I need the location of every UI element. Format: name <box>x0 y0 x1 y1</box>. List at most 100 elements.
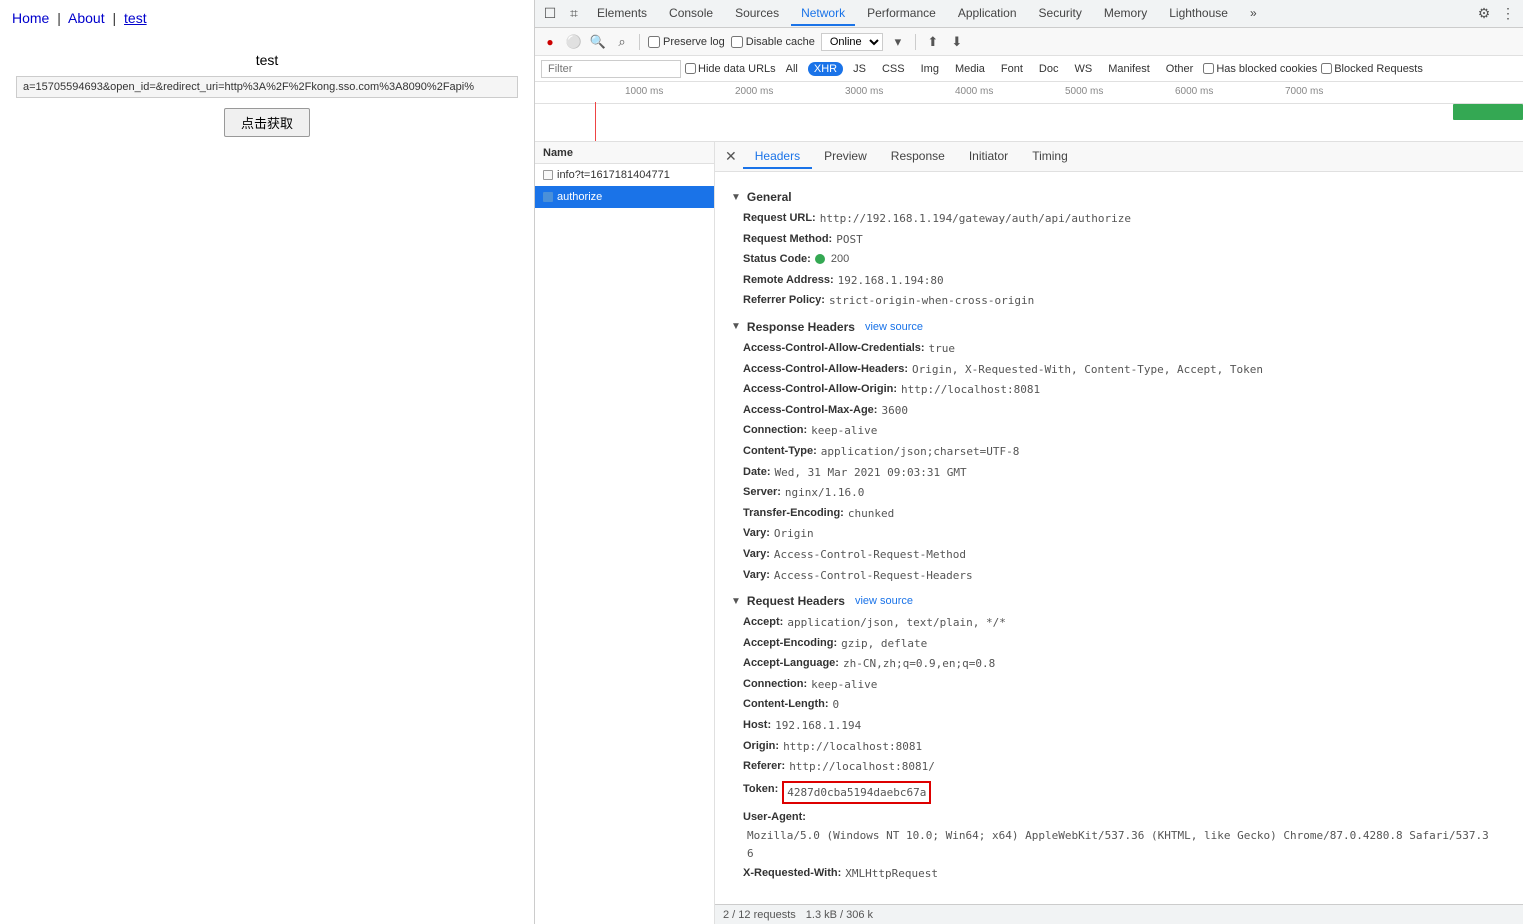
tab-application[interactable]: Application <box>948 2 1027 26</box>
filter-other[interactable]: Other <box>1160 62 1200 76</box>
nav-test[interactable]: test <box>124 10 147 26</box>
tab-console[interactable]: Console <box>659 2 723 26</box>
req-icon-doc <box>543 170 553 180</box>
token-highlight: 4287d0cba5194daebc67a <box>782 781 931 805</box>
tab-lighthouse[interactable]: Lighthouse <box>1159 2 1238 26</box>
divider2 <box>915 34 916 50</box>
rqh-useragent-row: User-Agent: Mozilla/5.0 (Windows NT 10.0… <box>731 809 1507 862</box>
blocked-requests-checkbox[interactable] <box>1321 63 1332 74</box>
inspect-icon[interactable]: ⌗ <box>563 3 585 25</box>
nav-about[interactable]: About <box>68 10 105 26</box>
status-code-key: Status Code: <box>743 251 811 269</box>
rqh-accept-language-row: Accept-Language: zh-CN,zh;q=0.9,en;q=0.8 <box>731 655 1507 673</box>
rh-transfer-encoding-row: Transfer-Encoding: chunked <box>731 505 1507 523</box>
detail-tab-preview[interactable]: Preview <box>812 145 879 169</box>
response-headers-section-header[interactable]: ▼ Response Headers view source <box>731 320 1507 334</box>
filter-manifest[interactable]: Manifest <box>1102 62 1156 76</box>
req-icon-xhr <box>543 192 553 202</box>
has-blocked-cookies-checkbox[interactable] <box>1203 63 1214 74</box>
detail-tab-headers[interactable]: Headers <box>743 145 812 169</box>
detail-tabs: ✕ Headers Preview Response Initiator Tim… <box>715 142 1523 172</box>
filter-css[interactable]: CSS <box>876 62 911 76</box>
record-button[interactable]: ● <box>541 33 559 51</box>
detail-panel: ✕ Headers Preview Response Initiator Tim… <box>715 142 1523 924</box>
filter-ws[interactable]: WS <box>1068 62 1098 76</box>
disable-cache-checkbox[interactable] <box>731 36 743 48</box>
import-har-icon[interactable]: ⬆ <box>924 33 942 51</box>
hide-data-urls-label[interactable]: Hide data URLs <box>685 63 776 75</box>
rh-vary1-row: Vary: Origin <box>731 525 1507 543</box>
detail-close-button[interactable]: ✕ <box>719 148 743 165</box>
devtools-panel: ☐ ⌗ Elements Console Sources Network Per… <box>535 0 1523 924</box>
response-headers-arrow: ▼ <box>731 321 741 332</box>
response-view-source[interactable]: view source <box>865 321 923 333</box>
tab-memory[interactable]: Memory <box>1094 2 1157 26</box>
rh-server-row: Server: nginx/1.16.0 <box>731 484 1507 502</box>
rqh-origin-row: Origin: http://localhost:8081 <box>731 738 1507 756</box>
tab-performance[interactable]: Performance <box>857 2 946 26</box>
throttle-down-icon[interactable]: ▾ <box>889 33 907 51</box>
detail-tab-response[interactable]: Response <box>879 145 957 169</box>
filter-js[interactable]: JS <box>847 62 872 76</box>
detail-tab-initiator[interactable]: Initiator <box>957 145 1020 169</box>
status-dot <box>815 254 825 264</box>
filter-doc[interactable]: Doc <box>1033 62 1065 76</box>
search-icon[interactable]: ⌕ <box>613 33 631 51</box>
request-view-source[interactable]: view source <box>855 595 913 607</box>
more-options-icon[interactable]: ⋮ <box>1497 3 1519 25</box>
req-name-authorize: authorize <box>557 191 602 203</box>
tab-sources[interactable]: Sources <box>725 2 789 26</box>
filter-font[interactable]: Font <box>995 62 1029 76</box>
preserve-log-label[interactable]: Preserve log <box>648 36 725 48</box>
request-headers-section-header[interactable]: ▼ Request Headers view source <box>731 594 1507 608</box>
rh-acao-row: Access-Control-Allow-Origin: http://loca… <box>731 381 1507 399</box>
dock-icon[interactable]: ☐ <box>539 3 561 25</box>
rh-acama-row: Access-Control-Max-Age: 3600 <box>731 402 1507 420</box>
preserve-log-checkbox[interactable] <box>648 36 660 48</box>
page-content: test a=15705594693&open_id=&redirect_uri… <box>0 36 534 161</box>
get-button[interactable]: 点击获取 <box>224 108 310 137</box>
token-val: 4287d0cba5194daebc67a <box>782 781 931 805</box>
page-nav: Home | About | test <box>0 0 534 36</box>
request-list-header: Name <box>535 142 714 164</box>
network-toolbar: ● ⚪ 🔍 ⌕ Preserve log Disable cache Onlin… <box>535 28 1523 56</box>
disable-cache-label[interactable]: Disable cache <box>731 36 815 48</box>
rh-acac-row: Access-Control-Allow-Credentials: true <box>731 340 1507 358</box>
rqh-content-length-row: Content-Length: 0 <box>731 696 1507 714</box>
blocked-requests-label[interactable]: Blocked Requests <box>1321 63 1423 75</box>
remote-addr-row: Remote Address: 192.168.1.194:80 <box>731 272 1507 290</box>
referrer-policy-key: Referrer Policy: <box>743 292 825 310</box>
tab-network[interactable]: Network <box>791 2 855 26</box>
general-title: General <box>747 190 792 204</box>
settings-icon[interactable]: ⚙ <box>1473 3 1495 25</box>
detail-tab-timing[interactable]: Timing <box>1020 145 1080 169</box>
token-key: Token: <box>743 781 778 805</box>
nav-home[interactable]: Home <box>12 10 49 26</box>
throttling-select[interactable]: Online <box>821 33 883 51</box>
filter-input[interactable] <box>541 60 681 78</box>
detail-content: ▼ General Request URL: http://192.168.1.… <box>715 172 1523 904</box>
tab-elements[interactable]: Elements <box>587 2 657 26</box>
tab-security[interactable]: Security <box>1029 2 1092 26</box>
hide-data-urls-checkbox[interactable] <box>685 63 696 74</box>
rh-connection-row: Connection: keep-alive <box>731 422 1507 440</box>
filter-img[interactable]: Img <box>915 62 945 76</box>
rqh-x-requested-row: X-Requested-With: XMLHttpRequest <box>731 865 1507 883</box>
has-blocked-cookies-label[interactable]: Has blocked cookies <box>1203 63 1317 75</box>
filter-all[interactable]: All <box>780 62 804 76</box>
export-har-icon[interactable]: ⬇ <box>948 33 966 51</box>
filter-icon[interactable]: 🔍 <box>589 33 607 51</box>
filter-xhr[interactable]: XHR <box>808 62 843 76</box>
rh-acah-row: Access-Control-Allow-Headers: Origin, X-… <box>731 361 1507 379</box>
ruler-2000: 2000 ms <box>735 86 773 97</box>
general-section-header[interactable]: ▼ General <box>731 190 1507 204</box>
devtools-topbar: ☐ ⌗ Elements Console Sources Network Per… <box>535 0 1523 28</box>
ruler-7000: 7000 ms <box>1285 86 1323 97</box>
clear-button[interactable]: ⚪ <box>565 33 583 51</box>
tab-more[interactable]: » <box>1240 2 1267 26</box>
rqh-accept-encoding-row: Accept-Encoding: gzip, deflate <box>731 635 1507 653</box>
filter-media[interactable]: Media <box>949 62 991 76</box>
page-title: test <box>16 52 518 68</box>
request-item-info[interactable]: info?t=1617181404771 <box>535 164 714 186</box>
request-item-authorize[interactable]: authorize <box>535 186 714 208</box>
